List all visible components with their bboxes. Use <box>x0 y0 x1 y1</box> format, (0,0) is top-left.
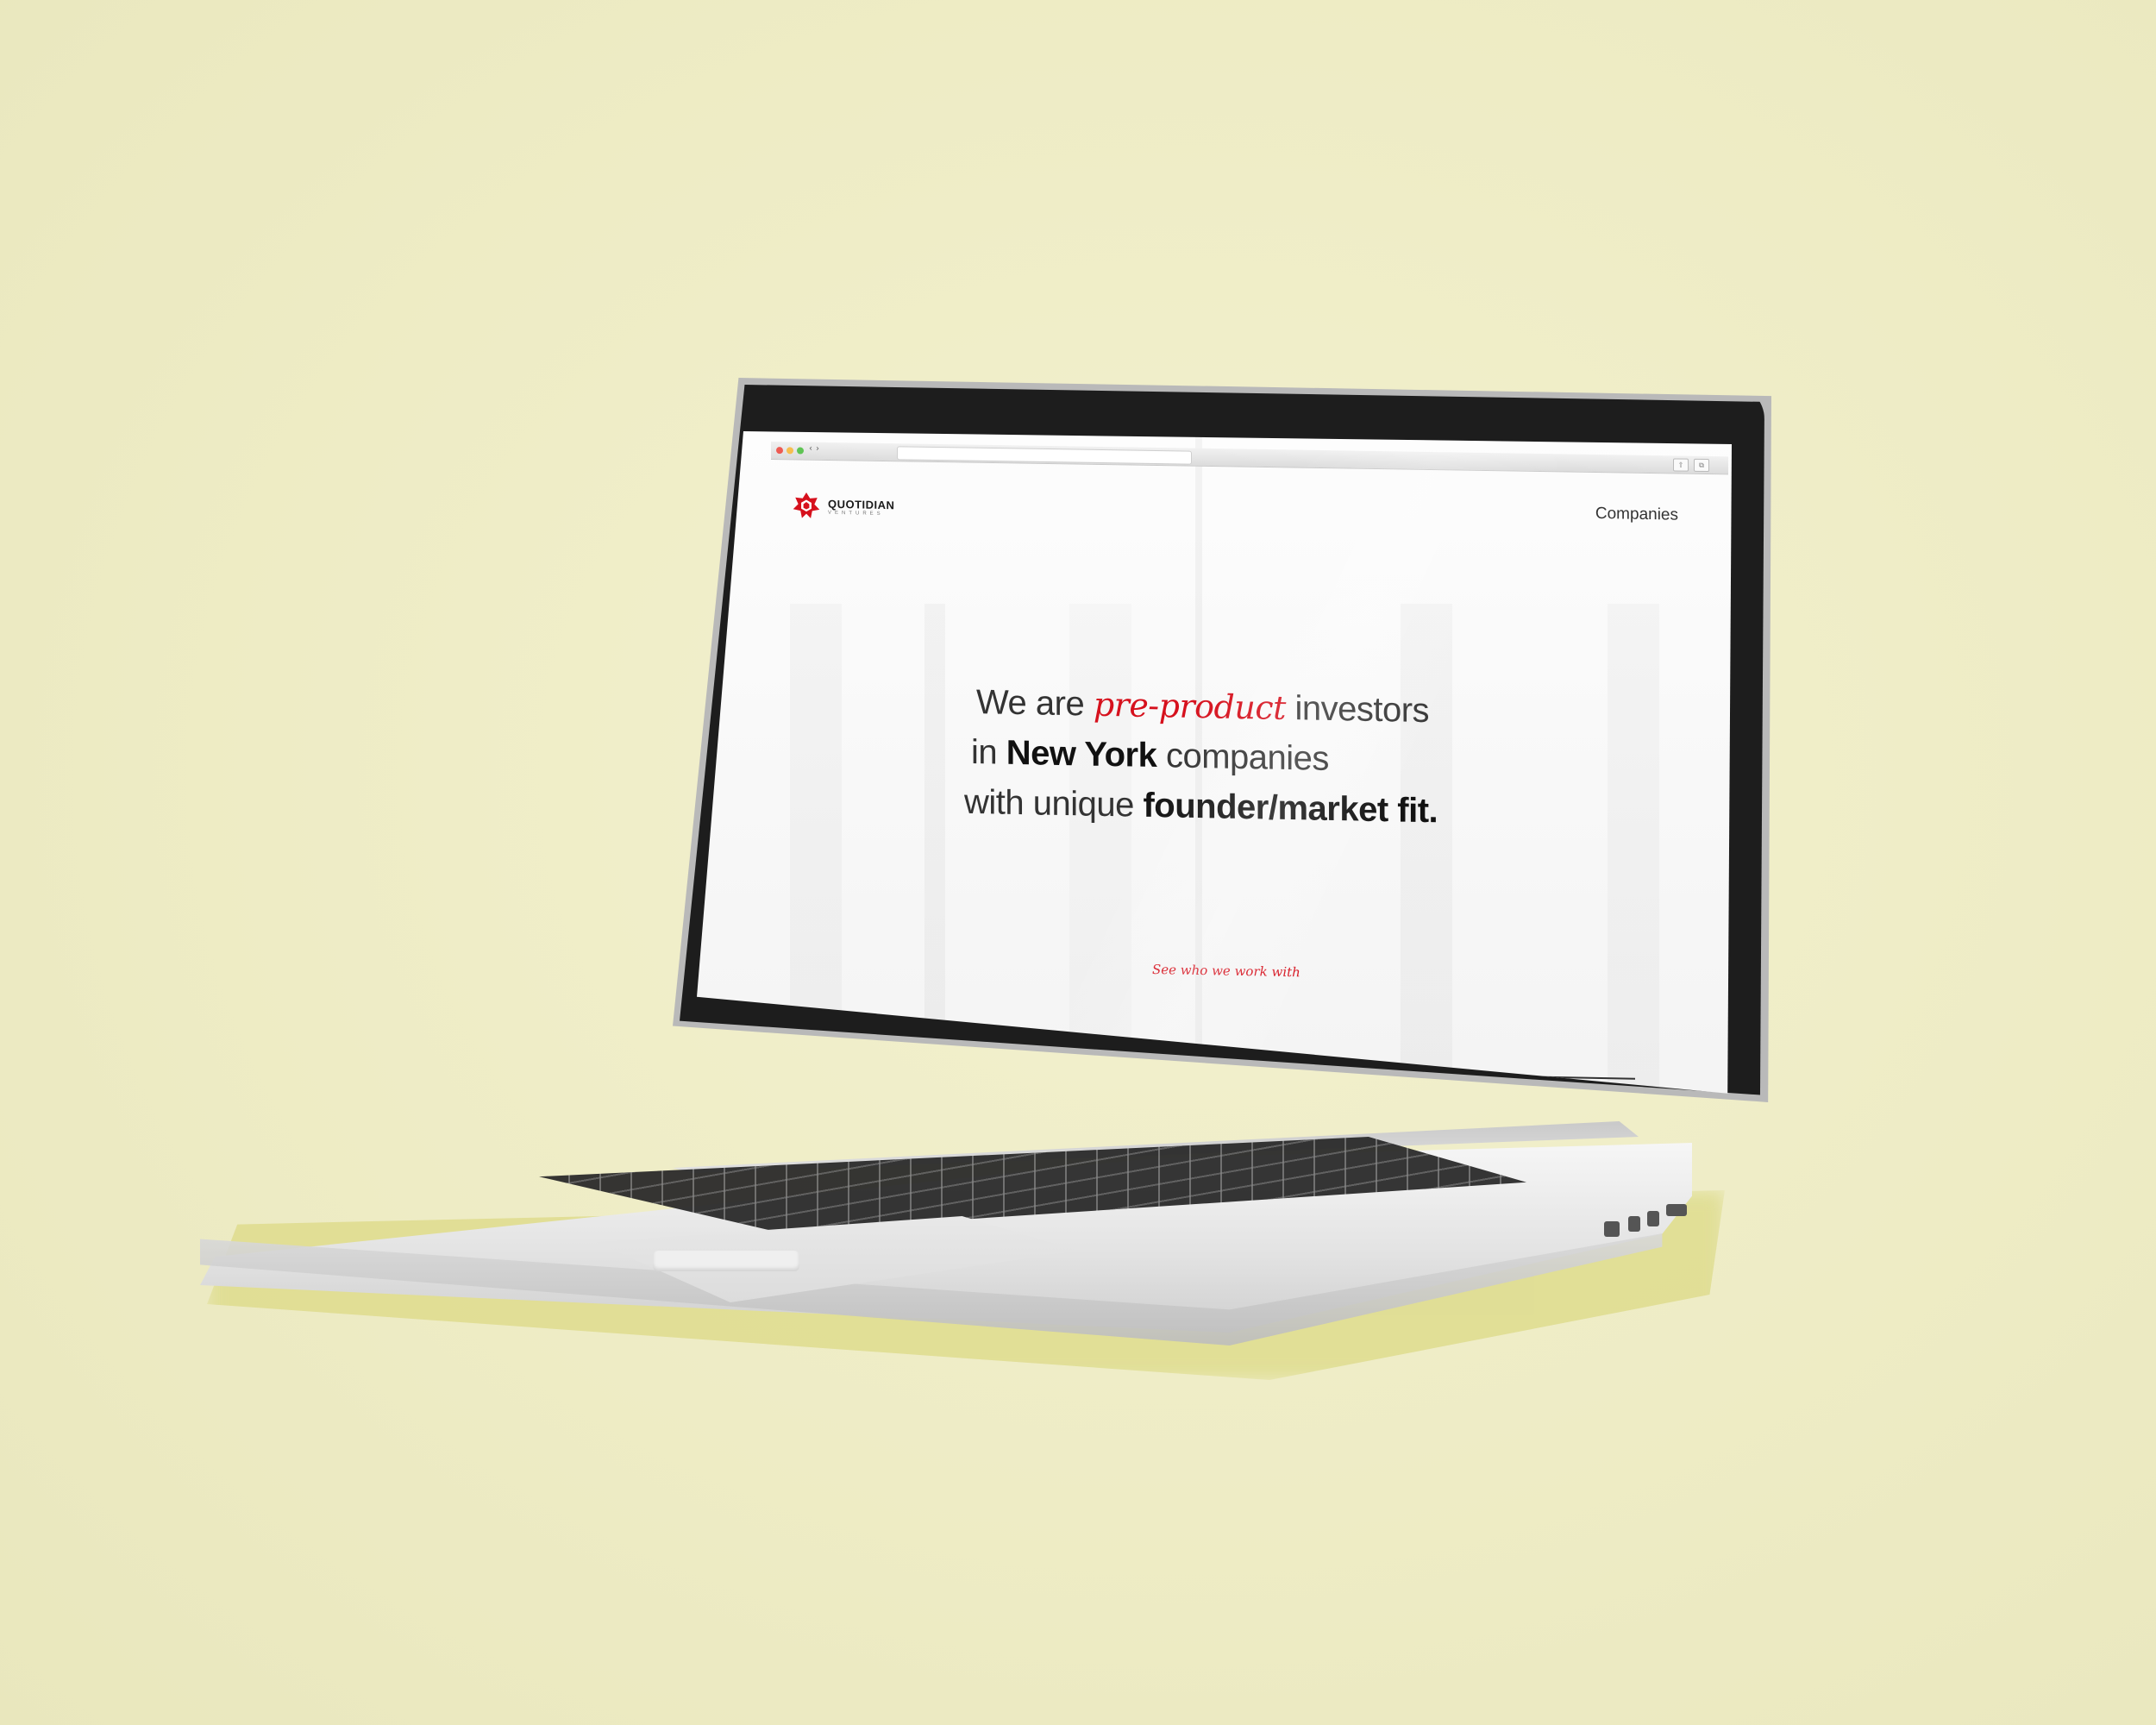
hero-text: companies <box>1156 737 1329 778</box>
hero-text: with unique <box>964 782 1144 825</box>
contact-link[interactable]: Contact <box>731 1070 773 1084</box>
quotidian-star-icon <box>793 492 820 518</box>
share-icon[interactable]: ⇧ <box>1673 458 1689 472</box>
hero-bold-text: founder/market fit. <box>1143 786 1438 831</box>
laptop-port <box>1604 1221 1620 1237</box>
logo-text: QUOTIDIAN VENTURES <box>828 497 894 516</box>
hero-text: We are <box>976 683 1094 724</box>
logo-name: QUOTIDIAN <box>828 497 895 511</box>
minimize-window-dot[interactable] <box>787 447 793 455</box>
hero-accent-text: pre-product <box>1093 685 1286 727</box>
address-bar[interactable] <box>897 446 1192 465</box>
logo-subtitle: VENTURES <box>828 510 884 517</box>
nav-companies-link[interactable]: Companies <box>1595 505 1678 525</box>
laptop-port <box>1647 1211 1659 1226</box>
scene-background: ‹› ⇧ ⧉ QUOTIDIAN VENTURES Companies We a… <box>0 0 2156 1725</box>
maximize-window-dot[interactable] <box>797 447 804 455</box>
laptop-screen: ‹› ⇧ ⧉ QUOTIDIAN VENTURES Companies We a… <box>697 431 1732 1094</box>
tabs-icon[interactable]: ⧉ <box>1694 458 1709 473</box>
hero-bold-text: New York <box>1006 733 1157 775</box>
hero-line-3: with unique founder/market fit. <box>964 777 1568 838</box>
close-window-dot[interactable] <box>776 447 783 455</box>
laptop-port <box>1666 1204 1687 1216</box>
site-logo[interactable]: QUOTIDIAN VENTURES <box>792 491 894 522</box>
laptop-port <box>1628 1216 1640 1232</box>
hero-text: in <box>971 732 1006 772</box>
laptop-front-notch <box>653 1251 799 1271</box>
hero-text: investors <box>1285 688 1430 731</box>
browser-nav-arrows[interactable]: ‹› <box>809 444 823 454</box>
see-who-we-work-with-link[interactable]: See who we work with <box>1152 962 1300 980</box>
page-content: QUOTIDIAN VENTURES Companies We are pre-… <box>730 466 1723 1094</box>
website-viewport: ‹› ⇧ ⧉ QUOTIDIAN VENTURES Companies We a… <box>697 431 1732 1094</box>
forward-arrow-icon[interactable]: › <box>816 444 823 454</box>
back-arrow-icon[interactable]: ‹ <box>809 444 816 454</box>
twitter-link[interactable]: Twitter <box>1490 1084 1526 1094</box>
hero-statement: We are pre-product investors in New York… <box>964 677 1568 838</box>
